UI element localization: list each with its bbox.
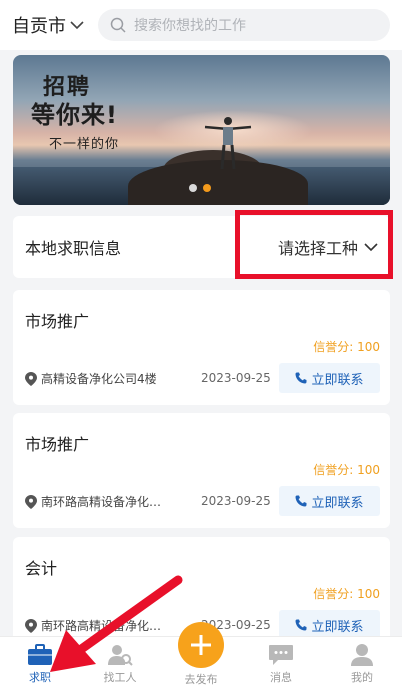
banner-headline-2: 等你来! (31, 101, 118, 129)
search-placeholder: 搜索你想找的工作 (134, 18, 246, 34)
publish-button[interactable] (178, 622, 224, 668)
chevron-down-icon (70, 21, 84, 30)
top-bar: 自贡市 搜索你想找的工作 (0, 0, 402, 50)
plus-icon (191, 635, 211, 655)
tab-profile[interactable]: 我的 (332, 641, 392, 685)
find-worker-icon (108, 645, 133, 666)
job-title: 市场推广 (25, 435, 90, 454)
job-card[interactable]: 市场推广 信誉分: 100 南环路高精设备净化… 2023-09-25 立即联系 (13, 413, 390, 528)
highlight-box (235, 210, 393, 279)
tab-label: 找工人 (103, 671, 137, 684)
job-title: 市场推广 (25, 312, 90, 331)
contact-button-label: 立即联系 (311, 495, 364, 511)
job-location-text: 高精设备净化公司4楼 (41, 372, 157, 386)
location-pin-icon (25, 371, 37, 386)
tab-job-seeking[interactable]: 求职 (10, 641, 70, 685)
search-input[interactable]: 搜索你想找的工作 (98, 9, 390, 41)
job-title: 会计 (25, 559, 58, 578)
tab-label: 求职 (29, 671, 51, 684)
tab-label: 去发布 (184, 673, 218, 686)
contact-button[interactable]: 立即联系 (279, 486, 380, 516)
carousel-dot-active[interactable] (203, 184, 211, 192)
person-illustration (204, 117, 252, 170)
briefcase-icon (28, 644, 52, 665)
phone-icon (295, 495, 307, 507)
job-location-text: 南环路高精设备净化… (41, 495, 162, 509)
job-location: 南环路高精设备净化… (25, 617, 161, 634)
tab-label: 消息 (270, 671, 292, 684)
city-label: 自贡市 (12, 16, 66, 37)
phone-icon (295, 619, 307, 631)
location-pin-icon (25, 618, 37, 633)
tab-messages[interactable]: 消息 (251, 641, 311, 685)
contact-button-label: 立即联系 (311, 372, 364, 388)
message-icon (269, 645, 293, 665)
credit-score: 信誉分: 100 (313, 587, 380, 601)
tab-label: 我的 (351, 671, 373, 684)
tab-publish[interactable]: 去发布 (171, 671, 231, 687)
carousel-dot[interactable] (189, 184, 197, 192)
tab-find-worker[interactable]: 找工人 (90, 641, 150, 685)
job-location-text: 南环路高精设备净化… (41, 619, 162, 633)
user-icon (351, 644, 373, 666)
location-pin-icon (25, 494, 37, 509)
credit-score: 信誉分: 100 (313, 463, 380, 477)
contact-button[interactable]: 立即联系 (279, 363, 380, 393)
credit-score: 信誉分: 100 (313, 340, 380, 354)
job-location: 南环路高精设备净化… (25, 493, 161, 510)
job-date: 2023-09-25 (201, 494, 271, 508)
section-title: 本地求职信息 (25, 239, 122, 258)
city-selector[interactable]: 自贡市 (12, 12, 98, 38)
job-location: 高精设备净化公司4楼 (25, 370, 157, 387)
contact-button-label: 立即联系 (311, 619, 364, 635)
banner-tagline: 不一样的你 (49, 137, 120, 152)
search-icon (110, 17, 126, 33)
job-card[interactable]: 市场推广 信誉分: 100 高精设备净化公司4楼 2023-09-25 立即联系 (13, 290, 390, 405)
job-date: 2023-09-25 (201, 371, 271, 385)
promo-banner[interactable]: 招聘 等你来! 不一样的你 (13, 55, 390, 205)
phone-icon (295, 372, 307, 384)
carousel-indicator (189, 184, 211, 192)
